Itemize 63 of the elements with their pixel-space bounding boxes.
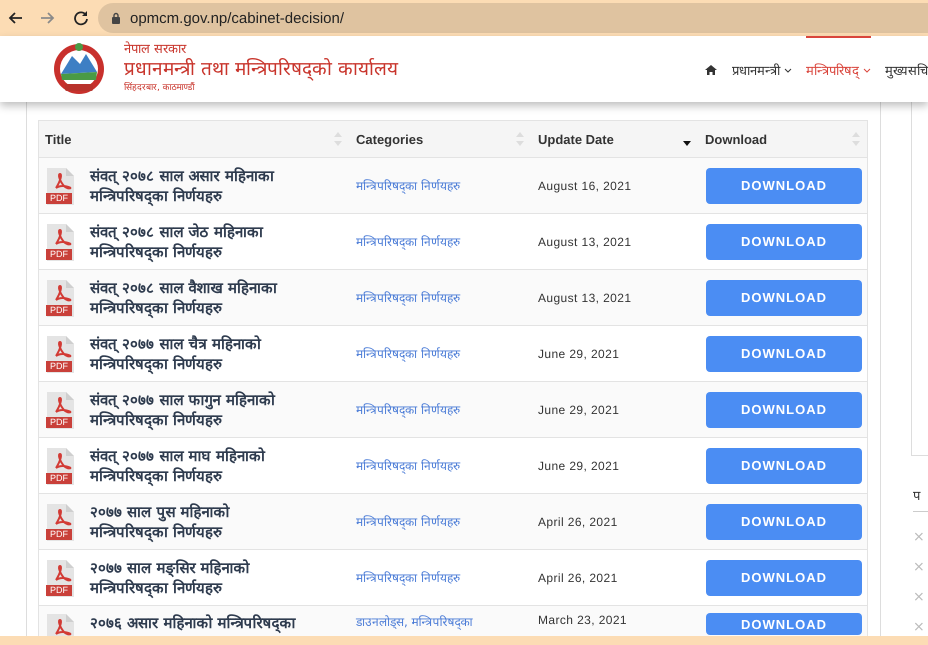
category-link[interactable]: मन्त्रिपरिषद्का निर्णयहरु [356, 233, 460, 250]
reload-icon[interactable] [73, 10, 89, 26]
org-location: सिंहदरबार, काठमाण्डौं [124, 81, 196, 95]
file-type-label: PDF [46, 192, 72, 204]
address-bar[interactable]: opmcm.gov.np/cabinet-decision/ [98, 3, 928, 33]
column-header[interactable]: Update Date [531, 121, 698, 157]
update-date: March 23, 2021 [538, 613, 627, 627]
file-type-label: PDF [46, 360, 72, 372]
file-type-label: PDF [46, 248, 72, 260]
update-date: April 26, 2021 [538, 570, 618, 584]
update-date: June 29, 2021 [538, 346, 620, 360]
category-link[interactable]: मन्त्रिपरिषद्का निर्णयहरु [356, 457, 460, 474]
category-link[interactable]: मन्त्रिपरिषद्का निर्णयहरु [356, 289, 460, 306]
file-type-label: PDF [46, 584, 72, 596]
file-type-label: PDF [46, 416, 72, 428]
lock-icon [111, 12, 121, 24]
file-type-label: PDF [46, 304, 72, 316]
emblem-icon [52, 42, 106, 96]
update-date: June 29, 2021 [538, 402, 620, 416]
download-button[interactable]: DOWNLOAD [706, 392, 862, 428]
download-button[interactable]: DOWNLOAD [706, 504, 862, 540]
category-link[interactable]: मन्त्रिपरिषद्का निर्णयहरु [356, 401, 460, 418]
nav-menu-item[interactable]: मुख्यसचि [885, 36, 928, 102]
column-header[interactable]: Title [39, 121, 349, 157]
document-title: संवत् २०७८ साल वैशाख महिनाका मन्त्रिपरिषद्का निर्णयहरु [90, 278, 278, 318]
download-button[interactable]: DOWNLOAD [706, 168, 862, 204]
document-title: २०७६ असार महिनाको मन्त्रिपरिषद्का [90, 613, 296, 633]
document-title: २०७७ साल मङ्सिर महिनाको मन्त्रिपरिषद्का निर्णयहरु [90, 558, 251, 598]
org-subtitle: नेपाल सरकार [124, 43, 188, 57]
update-date: June 29, 2021 [538, 458, 620, 472]
category-link[interactable]: मन्त्रिपरिषद्का निर्णयहरु [356, 177, 460, 194]
file-type-label: PDF [46, 472, 72, 484]
update-date: August 13, 2021 [538, 234, 632, 248]
category-link[interactable]: मन्त्रिपरिषद्का निर्णयहरु [356, 569, 460, 586]
update-date: April 26, 2021 [538, 514, 618, 528]
download-button[interactable]: DOWNLOAD [706, 613, 862, 635]
sidebar-heading: प [913, 486, 928, 512]
home-icon[interactable] [704, 62, 718, 76]
category-link[interactable]: डाउनलोड्स, मन्त्रिपरिषद्का [356, 613, 473, 630]
download-button[interactable]: DOWNLOAD [706, 560, 862, 596]
download-button[interactable]: DOWNLOAD [706, 224, 862, 260]
update-date: August 13, 2021 [538, 290, 632, 304]
nav-menu-item[interactable]: मन्त्रिपरिषद् [806, 36, 871, 102]
nav-menu-item[interactable]: प्रधानमन्त्री [732, 36, 792, 102]
document-title: २०७७ साल पुस महिनाको मन्त्रिपरिषद्का निर्णयहरु [90, 502, 231, 542]
document-title: संवत् २०७७ साल फागुन महिनाको मन्त्रिपरिषद्का निर्णयहरु [90, 390, 276, 430]
download-button[interactable]: DOWNLOAD [706, 448, 862, 484]
document-title: संवत् २०७७ साल चैत्र महिनाको मन्त्रिपरिषद्का निर्णयहरु [90, 334, 262, 374]
document-title: संवत् २०७७ साल माघ महिनाको मन्त्रिपरिषद्का निर्णयहरु [90, 446, 266, 486]
file-type-label: PDF [46, 528, 72, 540]
document-title: संवत् २०७८ साल असार महिनाका मन्त्रिपरिषद्का निर्णयहरु [90, 166, 276, 206]
org-name: प्रधानमन्त्री तथा मन्त्रिपरिषद्को कार्यालय [124, 57, 398, 81]
download-button[interactable]: DOWNLOAD [706, 336, 862, 372]
url-text: opmcm.gov.np/cabinet-decision/ [130, 10, 344, 26]
download-button[interactable]: DOWNLOAD [706, 280, 862, 316]
forward-icon[interactable] [40, 10, 56, 26]
back-icon[interactable] [7, 10, 23, 26]
document-title: संवत् २०७८ साल जेठ महिनाका मन्त्रिपरिषद्का निर्णयहरु [90, 222, 264, 262]
column-header[interactable]: Categories [349, 121, 531, 157]
update-date: August 16, 2021 [538, 178, 632, 192]
category-link[interactable]: मन्त्रिपरिषद्का निर्णयहरु [356, 345, 460, 362]
column-header[interactable]: Download [698, 121, 867, 157]
category-link[interactable]: मन्त्रिपरिषद्का निर्णयहरु [356, 513, 460, 530]
